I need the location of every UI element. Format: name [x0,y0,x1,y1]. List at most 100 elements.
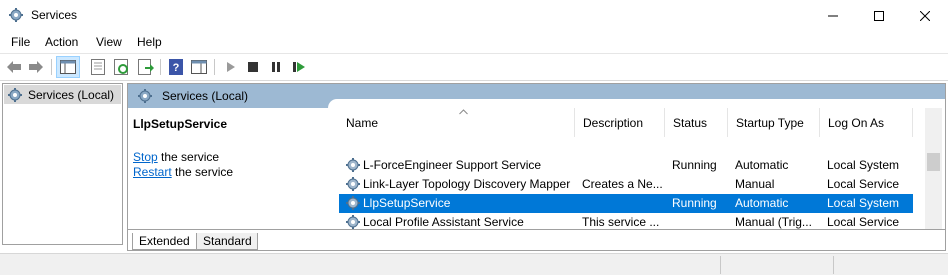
tree-item-services-local[interactable]: Services (Local) [4,85,121,104]
refresh-icon [114,59,128,75]
console-tree-icon [60,60,76,74]
menu-action[interactable]: Action [45,35,78,49]
cell-startup: Automatic [735,196,789,210]
forward-arrow-icon [29,61,43,73]
services-gear-icon [138,89,152,103]
stop-service-button[interactable] [244,58,262,76]
menu-help[interactable]: Help [137,35,162,49]
service-details: LlpSetupService Stop the service Restart… [128,108,328,229]
column-header-name[interactable]: Name [339,108,575,137]
column-header-log-on-as[interactable]: Log On As [821,108,913,137]
cell-description: This service ... [582,215,660,229]
cell-status: Running [672,196,717,210]
table-row[interactable]: LlpSetupService Running Automatic Local Sys… [339,194,913,213]
pane-header-title: Services (Local) [128,84,338,108]
services-list: Name Description Status Startup Type Log… [333,108,945,248]
vertical-scrollbar[interactable] [925,108,942,229]
service-gear-icon [346,177,360,191]
show-hide-action-pane-icon [191,60,207,74]
svg-text:?: ? [173,62,180,74]
column-header-label: Startup Type [736,116,804,130]
pause-service-button[interactable] [267,58,285,76]
maximize-button[interactable] [856,0,902,31]
column-header-label: Status [673,116,708,130]
column-header-description[interactable]: Description [576,108,665,137]
export-list-icon [138,59,154,75]
maximize-icon [874,10,884,21]
scrollbar-thumb[interactable] [927,153,940,171]
toolbar-separator [160,59,161,75]
restart-service-button[interactable] [290,58,308,76]
column-header-label: Log On As [828,116,885,130]
status-separator [833,256,834,274]
restart-service-icon [293,62,305,72]
service-gear-icon [346,196,360,210]
status-bar [0,253,948,275]
cell-startup: Automatic [735,158,789,172]
menu-file[interactable]: File [11,35,30,49]
cell-name: Link-Layer Topology Discovery Mapper [363,177,571,191]
pane-header: Services (Local) [128,84,945,108]
cell-startup: Manual [735,177,775,191]
menu-bar: File Action View Help [0,31,948,53]
cell-logon: Local Service [827,177,900,191]
properties-button[interactable] [89,58,107,76]
column-header-status[interactable]: Status [666,108,728,137]
restart-link[interactable]: Restart [133,165,172,179]
service-gear-icon [346,215,360,229]
column-header-label: Description [583,116,644,130]
cell-logon: Local Service [827,215,900,229]
minimize-button[interactable] [810,0,856,31]
toolbar: ? [0,53,948,81]
stop-service-icon [248,62,258,72]
cell-name: L-ForceEngineer Support Service [363,158,542,172]
export-list-button[interactable] [137,58,155,76]
status-separator [720,256,721,274]
window-title: Services [31,8,78,22]
tab-standard[interactable]: Standard [196,233,258,250]
show-hide-action-pane-button[interactable] [190,58,208,76]
cell-startup: Manual (Trig... [735,215,812,229]
start-service-icon [227,62,235,72]
cell-logon: Local System [827,196,900,210]
cell-name: LlpSetupService [363,196,451,210]
title-bar: Services [0,0,948,31]
stop-link[interactable]: Stop [133,150,158,164]
service-gear-icon [346,158,360,172]
refresh-button[interactable] [113,58,131,76]
back-button[interactable] [5,58,23,76]
help-button[interactable]: ? [167,58,185,76]
help-icon: ? [169,59,183,75]
start-service-button[interactable] [222,58,240,76]
selected-service-name: LlpSetupService [133,117,228,131]
tab-extended[interactable]: Extended [132,233,198,250]
toolbar-separator [51,59,52,75]
pane-header-label: Services (Local) [162,89,249,103]
cell-status: Running [672,158,717,172]
properties-sheet-icon [91,59,105,75]
table-row[interactable]: Link-Layer Topology Discovery Mapper Crea… [339,175,913,194]
cell-name: Local Profile Assistant Service [363,215,524,229]
column-header-startup-type[interactable]: Startup Type [729,108,820,137]
minimize-icon [828,15,838,16]
back-arrow-icon [7,61,21,73]
close-icon [920,10,930,21]
column-header-label: Name [346,116,379,130]
sort-ascending-icon [459,109,468,115]
table-row[interactable]: L-ForceEngineer Support Service Running Au… [339,156,913,175]
cell-description: Creates a Ne... [582,177,663,191]
console-tree: Services (Local) [2,83,123,245]
pause-service-icon [272,62,280,72]
cell-logon: Local System [827,158,900,172]
view-tabs: Extended Standard [128,229,945,250]
tree-item-label: Services (Local) [28,87,115,102]
pane-header-curve [328,99,945,108]
show-console-tree-button[interactable] [56,56,80,78]
stop-line: Stop the service [133,150,219,164]
restart-suffix: the service [171,165,234,179]
menu-view[interactable]: View [96,35,122,49]
restart-line: Restart the service [133,165,233,179]
toolbar-separator [214,59,215,75]
forward-button[interactable] [27,58,45,76]
close-button[interactable] [902,0,948,31]
